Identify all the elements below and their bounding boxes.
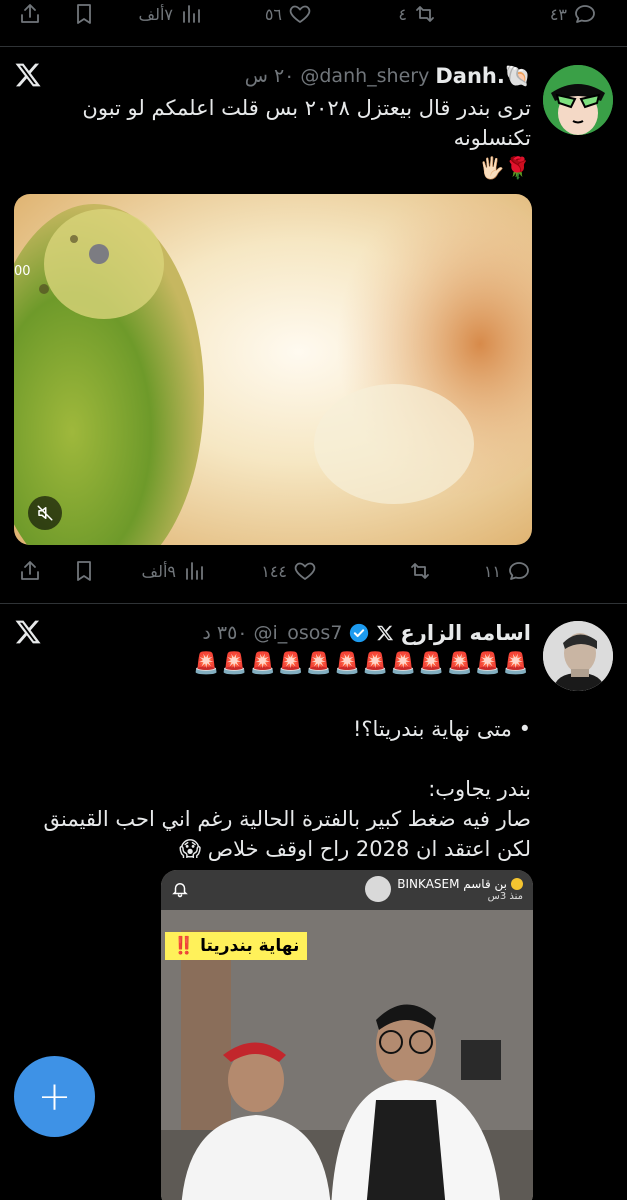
embedded-video[interactable]: بن قاسم BINKASEM منذ 3س نهاية بندريتا ‼️	[161, 870, 533, 1200]
reply-button[interactable]: ٤٣	[550, 0, 597, 36]
heart-icon	[289, 5, 311, 23]
video-frame	[14, 194, 532, 545]
views-button[interactable]: ٧ألف	[139, 0, 203, 36]
retweet-count: ٤	[398, 4, 407, 24]
retweet-icon	[411, 563, 429, 579]
reply-button[interactable]: ١١	[484, 549, 531, 593]
embed-time: منذ 3س	[487, 890, 523, 902]
embed-header: بن قاسم BINKASEM منذ 3س	[365, 876, 523, 902]
mute-button[interactable]	[28, 496, 62, 530]
verified-badge-icon	[348, 622, 370, 644]
views-button[interactable]: ٩ألف	[142, 549, 206, 593]
timestamp: ٣٥٠ د	[202, 622, 248, 644]
plus-icon: +	[37, 1073, 72, 1120]
tweet-text: ترى بندر قال بيعتزل ٢٠٢٨ بس قلت اعلمكم ل…	[11, 93, 531, 183]
embed-account: بن قاسم BINKASEM	[397, 876, 507, 891]
share-icon	[21, 561, 39, 580]
bookmark-button[interactable]	[72, 0, 96, 36]
tweet-header: اسامه الزارع @i_osos7 ٣٥٠ د	[202, 618, 531, 648]
title-banner: نهاية بندريتا ‼️	[165, 932, 308, 960]
reply-icon	[509, 562, 529, 580]
like-button[interactable]: ٥٦	[265, 0, 312, 36]
tweet-text: 🚨🚨🚨🚨🚨🚨🚨🚨🚨🚨🚨🚨 • متى نهاية بندريتا؟! بندر …	[11, 648, 531, 864]
handle[interactable]: @danh_shery	[300, 65, 429, 87]
x-affiliate-icon	[376, 624, 394, 642]
video-timestamp: 00	[14, 264, 31, 279]
mute-icon	[37, 505, 53, 521]
siren-emojis: 🚨🚨🚨🚨🚨🚨🚨🚨🚨🚨🚨🚨	[193, 651, 531, 675]
share-button[interactable]	[18, 549, 42, 593]
bookmark-button[interactable]	[72, 549, 96, 593]
reply-count: ١١	[483, 561, 501, 581]
avatar[interactable]	[543, 65, 613, 135]
text-line: لكن اعتقد ان 2028 راح اوقف خلاص 😱	[179, 837, 531, 861]
text-line: • متى نهاية بندريتا؟!	[352, 717, 531, 741]
avatar[interactable]	[543, 621, 613, 691]
compose-button[interactable]: +	[14, 1056, 95, 1137]
reply-count: ٤٣	[549, 4, 567, 24]
handle[interactable]: @i_osos7	[254, 622, 343, 644]
tweet-action-bar: ١١ ١٤٤ ٩ألف	[0, 549, 627, 593]
views-count: ٩ألف	[141, 561, 176, 581]
share-button[interactable]	[18, 0, 42, 36]
bookmark-icon	[77, 561, 91, 581]
tweet-card[interactable]: Danh.🐚 @danh_shery ٢٠ س ترى بندر قال بيع…	[0, 47, 627, 603]
heart-icon	[294, 562, 316, 580]
bookmark-icon	[77, 4, 91, 24]
tweet-header: Danh.🐚 @danh_shery ٢٠ س	[245, 61, 531, 91]
top-action-bar: ٤٣ ٤ ٥٦ ٧ألف	[0, 0, 627, 36]
star-badge-icon	[511, 877, 523, 890]
reply-icon	[575, 5, 595, 23]
like-count: ٥٦	[264, 4, 282, 24]
views-count: ٧ألف	[138, 4, 173, 24]
analytics-icon	[183, 5, 200, 23]
retweet-icon	[416, 6, 434, 22]
text-line: بندر يجاوب:	[428, 777, 531, 801]
tweet-card[interactable]: اسامه الزارع @i_osos7 ٣٥٠ د 🚨🚨🚨🚨🚨🚨🚨🚨🚨🚨🚨🚨…	[0, 604, 627, 1200]
text-line: تكنسلونه	[453, 126, 531, 150]
video-player[interactable]: 00	[14, 194, 532, 545]
timestamp: ٢٠ س	[244, 65, 295, 87]
retweet-button[interactable]	[408, 549, 432, 593]
x-logo-icon	[14, 61, 42, 89]
like-button[interactable]: ١٤٤	[261, 549, 317, 593]
x-logo-icon	[14, 618, 42, 646]
display-name[interactable]: Danh.🐚	[435, 64, 531, 89]
display-name[interactable]: اسامه الزارع	[400, 621, 531, 645]
text-line: 🌹🖐🏻	[478, 156, 531, 180]
video-scene	[161, 870, 533, 1200]
bell-icon[interactable]	[171, 880, 189, 898]
analytics-icon	[186, 562, 203, 580]
text-line: ترى بندر قال بيعتزل ٢٠٢٨ بس قلت اعلمكم ل…	[82, 96, 531, 120]
retweet-button[interactable]: ٤	[398, 0, 437, 36]
embed-avatar	[365, 876, 392, 902]
like-count: ١٤٤	[261, 561, 287, 581]
share-icon	[21, 4, 39, 23]
text-line: صار فيه ضغط كبير بالفترة الحالية رغم اني…	[43, 807, 531, 831]
